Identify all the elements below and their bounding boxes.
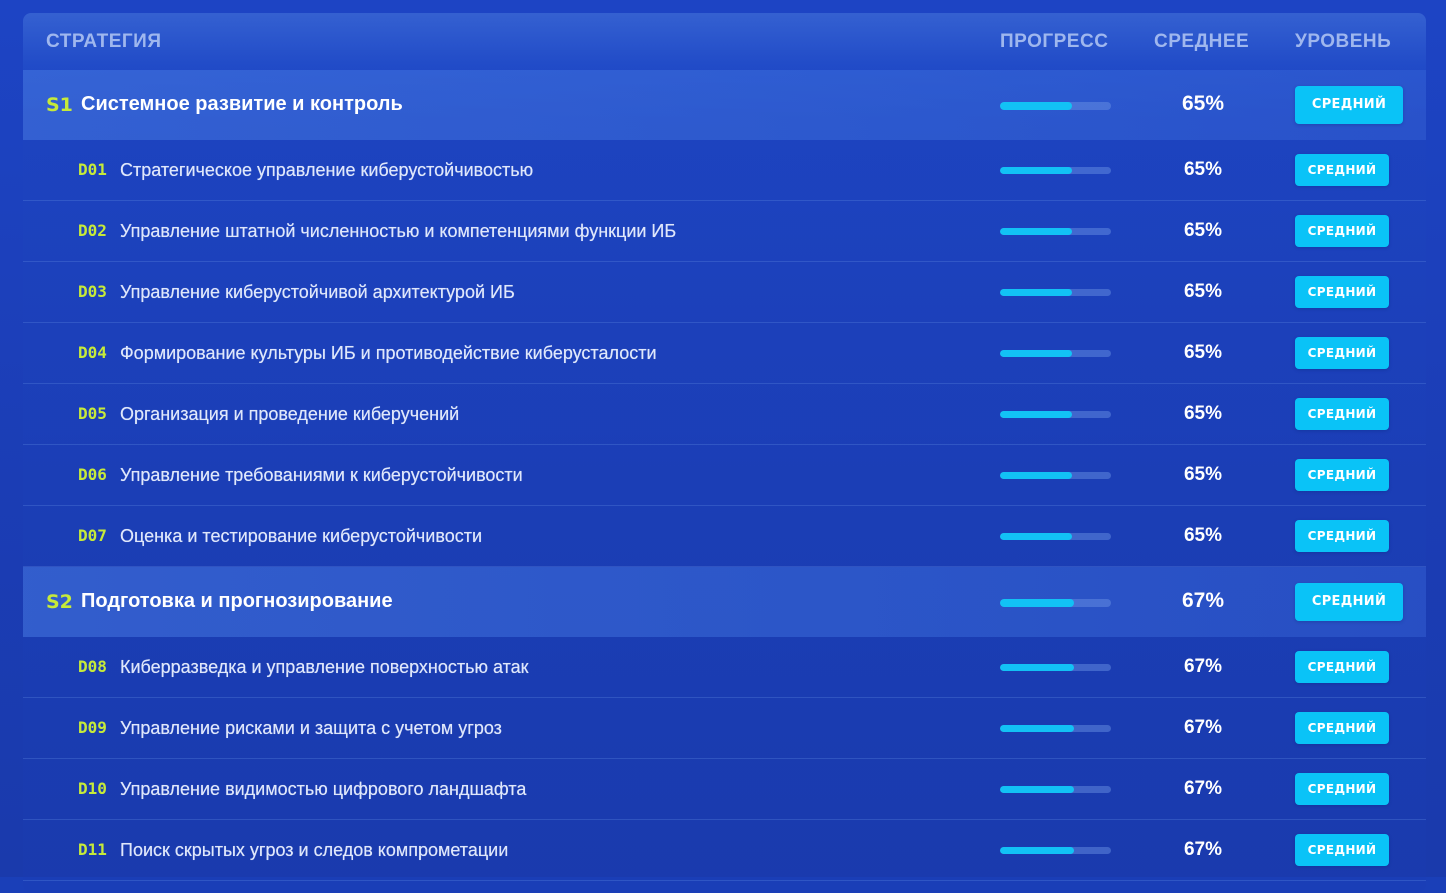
header-average: СРЕДНЕЕ	[1154, 31, 1250, 52]
strategy-row[interactable]: S2 Подготовка и прогнозирование 67% СРЕДНИЙ	[23, 567, 1426, 637]
domain-title: Стратегическое управление киберустойчиво…	[120, 160, 534, 180]
domain-code: D08	[78, 657, 107, 676]
domain-title: Управление киберустойчивой архитектурой …	[120, 282, 515, 302]
average-value: 67%	[1183, 839, 1223, 860]
progress-fill	[1000, 167, 1073, 174]
level-badge[interactable]: СРЕДНИЙ	[1295, 154, 1389, 186]
table-body: S1 Системное развитие и контроль 65% СРЕДНИ…	[23, 70, 1426, 881]
table-row[interactable]: D03 Управление киберустойчивой архитектур…	[23, 262, 1426, 323]
table-row[interactable]: D07 Оценка и тестирование киберустойчивос…	[23, 506, 1426, 567]
table-header: СТРАТЕГИЯ ПРОГРЕСС СРЕДНЕЕ УРОВЕНЬ	[23, 13, 1426, 70]
header-level: УРОВЕНЬ	[1295, 31, 1392, 52]
domain-code: D06	[78, 465, 107, 484]
strategy-code: S1	[46, 94, 73, 116]
average-value: 67%	[1183, 656, 1223, 677]
progress-bar	[1000, 167, 1111, 174]
domain-title: Поиск скрытых угроз и следов компрометац…	[120, 840, 509, 860]
level-badge[interactable]: СРЕДНИЙ	[1295, 773, 1389, 805]
domain-code: D03	[78, 282, 107, 301]
progress-fill	[1000, 786, 1075, 793]
progress-bar	[1000, 102, 1111, 110]
average-value: 67%	[1181, 589, 1225, 612]
level-badge[interactable]: СРЕДНИЙ	[1295, 712, 1389, 744]
strategy-row[interactable]: S1 Системное развитие и контроль 65% СРЕДНИ…	[23, 70, 1426, 140]
table-row[interactable]: D11 Поиск скрытых угроз и следов компроме…	[23, 820, 1426, 881]
table-row[interactable]: D01 Стратегическое управление киберустойч…	[23, 140, 1426, 201]
average-value: 65%	[1183, 464, 1223, 485]
domain-title: Киберразведка и управление поверхностью …	[120, 657, 529, 677]
domain-title: Управление штатной численностью и компет…	[120, 221, 677, 241]
progress-fill	[1000, 289, 1073, 296]
domain-title: Организация и проведение киберучений	[120, 404, 460, 424]
progress-bar	[1000, 228, 1111, 235]
domain-code: D01	[78, 160, 107, 179]
domain-title: Формирование культуры ИБ и противодейств…	[120, 343, 657, 363]
table-row[interactable]: D06 Управление требованиями к киберустойч…	[23, 445, 1426, 506]
level-badge[interactable]: СРЕДНИЙ	[1295, 337, 1389, 369]
progress-fill	[1000, 725, 1075, 732]
table-row[interactable]: D08 Киберразведка и управление поверхност…	[23, 637, 1426, 698]
average-value: 65%	[1183, 220, 1223, 241]
header-strategy: СТРАТЕГИЯ	[46, 31, 162, 52]
table-row[interactable]: D10 Управление видимостью цифрового ландш…	[23, 759, 1426, 820]
progress-fill	[1000, 102, 1073, 110]
progress-bar	[1000, 599, 1111, 607]
average-value: 65%	[1181, 92, 1225, 115]
domain-title: Оценка и тестирование киберустойчивости	[120, 526, 483, 546]
domain-title: Управление видимостью цифрового ландшафт…	[120, 779, 527, 799]
table-row[interactable]: D02 Управление штатной численностью и ком…	[23, 201, 1426, 262]
domain-code: D07	[78, 526, 107, 545]
progress-fill	[1000, 350, 1073, 357]
progress-bar	[1000, 847, 1111, 854]
progress-bar	[1000, 289, 1111, 296]
progress-bar	[1000, 472, 1111, 479]
table-row[interactable]: D09 Управление рисками и защита с учетом …	[23, 698, 1426, 759]
level-badge[interactable]: СРЕДНИЙ	[1295, 834, 1389, 866]
table-row[interactable]: D05 Организация и проведение киберучений 6…	[23, 384, 1426, 445]
strategy-code: S2	[46, 591, 73, 613]
average-value: 65%	[1183, 525, 1223, 546]
domain-code: D02	[78, 221, 107, 240]
level-badge[interactable]: СРЕДНИЙ	[1295, 583, 1403, 621]
level-badge[interactable]: СРЕДНИЙ	[1295, 398, 1389, 430]
domain-code: D04	[78, 343, 107, 362]
average-value: 65%	[1183, 281, 1223, 302]
strategy-title: Подготовка и прогнозирование	[81, 590, 393, 612]
average-value: 65%	[1183, 159, 1223, 180]
domain-code: D10	[78, 779, 107, 798]
domain-code: D05	[78, 404, 107, 423]
progress-bar	[1000, 533, 1111, 540]
level-badge[interactable]: СРЕДНИЙ	[1295, 276, 1389, 308]
progress-fill	[1000, 411, 1073, 418]
level-badge[interactable]: СРЕДНИЙ	[1295, 215, 1389, 247]
average-value: 65%	[1183, 342, 1223, 363]
level-badge[interactable]: СРЕДНИЙ	[1295, 520, 1389, 552]
average-value: 67%	[1183, 778, 1223, 799]
level-badge[interactable]: СРЕДНИЙ	[1295, 86, 1403, 124]
domain-code: D11	[78, 840, 107, 859]
progress-fill	[1000, 533, 1073, 540]
progress-fill	[1000, 472, 1073, 479]
domain-title: Управление требованиями к киберустойчиво…	[120, 465, 523, 485]
progress-bar	[1000, 786, 1111, 793]
domain-title: Управление рисками и защита с учетом угр…	[120, 718, 502, 738]
progress-bar	[1000, 725, 1111, 732]
progress-fill	[1000, 847, 1075, 854]
average-value: 65%	[1183, 403, 1223, 424]
progress-bar	[1000, 664, 1111, 671]
progress-fill	[1000, 599, 1075, 607]
progress-bar	[1000, 350, 1111, 357]
progress-bar	[1000, 411, 1111, 418]
progress-fill	[1000, 228, 1073, 235]
progress-fill	[1000, 664, 1075, 671]
average-value: 67%	[1183, 717, 1223, 738]
maturity-table: СТРАТЕГИЯ ПРОГРЕСС СРЕДНЕЕ УРОВЕНЬ S1 Сис…	[23, 13, 1426, 893]
header-progress: ПРОГРЕСС	[1000, 31, 1109, 52]
table-row[interactable]: D04 Формирование культуры ИБ и противодей…	[23, 323, 1426, 384]
domain-code: D09	[78, 718, 107, 737]
level-badge[interactable]: СРЕДНИЙ	[1295, 459, 1389, 491]
level-badge[interactable]: СРЕДНИЙ	[1295, 651, 1389, 683]
strategy-title: Системное развитие и контроль	[81, 93, 403, 115]
